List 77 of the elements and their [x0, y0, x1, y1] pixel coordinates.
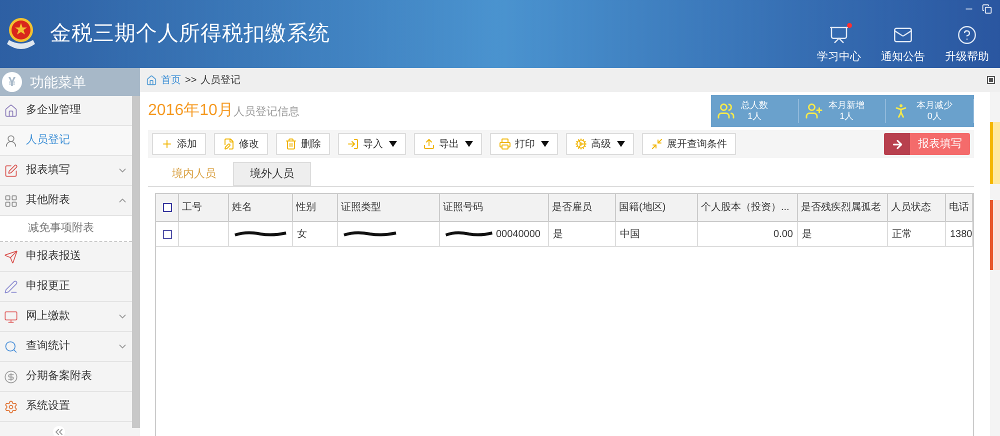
toolbar-button[interactable]: 添加	[152, 133, 206, 155]
column-header[interactable]: 是否残疾烈属孤老	[798, 194, 888, 221]
tab[interactable]: 境外人员	[233, 162, 311, 186]
pencil-icon	[223, 138, 235, 150]
table-cell-text: 00040000	[496, 228, 540, 242]
column-header[interactable]: 个人股本（投资）...	[698, 194, 798, 221]
gears-icon	[575, 138, 587, 150]
trash-icon	[285, 138, 297, 150]
column-header[interactable]: 姓名	[229, 194, 293, 221]
toolbar-button[interactable]: 导入	[338, 133, 406, 155]
plus-icon	[161, 138, 173, 150]
table-cell-text: 中国	[620, 228, 640, 242]
menu-icon	[4, 164, 18, 178]
header-action-button[interactable]: 学习中心	[812, 24, 866, 66]
collapse-icon[interactable]	[53, 426, 65, 436]
menu-icon	[4, 194, 18, 208]
toolbar-button[interactable]: 删除	[276, 133, 330, 155]
stat-value: 0人	[927, 111, 942, 122]
column-header[interactable]: 证照号码	[440, 194, 549, 221]
app-title: 金税三期个人所得税扣缴系统	[50, 21, 330, 48]
column-header[interactable]: 国籍(地区)	[616, 194, 698, 221]
sidebar-title: 功能菜单	[30, 72, 86, 92]
submenu-item[interactable]: 减免事项附表	[0, 216, 132, 242]
yen-icon: ¥	[2, 72, 22, 92]
arrows-icon	[651, 138, 663, 150]
column-header[interactable]: 人员状态	[888, 194, 946, 221]
table-cell-text: 是	[553, 228, 563, 242]
table-cell-text: 1380	[950, 228, 972, 242]
toolbar-button[interactable]: 高级	[566, 133, 634, 155]
menu-icon	[4, 104, 18, 118]
toolbar-button[interactable]: 打印	[490, 133, 558, 155]
side-panel-tab[interactable]	[990, 200, 1000, 270]
panel-toggle-icon[interactable]	[988, 77, 994, 83]
scrollbar[interactable]	[132, 96, 140, 428]
mail-icon	[893, 24, 913, 45]
upload-icon	[423, 138, 435, 150]
column-header[interactable]: 证照类型	[338, 194, 440, 221]
table-cell-text: 0.00	[774, 228, 793, 242]
row-checkbox[interactable]	[162, 230, 172, 238]
stat-value: 1人	[840, 111, 854, 122]
column-header[interactable]: 工号	[179, 194, 229, 221]
stat-value: 1人	[747, 111, 762, 122]
menu-icon	[4, 280, 18, 294]
home-icon	[146, 74, 157, 86]
import-icon	[347, 138, 359, 150]
breadcrumb-separator: >>	[185, 74, 197, 88]
column-header[interactable]: 性别	[293, 194, 338, 221]
page-title: 人员登记信息	[233, 105, 300, 120]
toolbar-button[interactable]: 修改	[214, 133, 268, 155]
table-cell-text: 女	[297, 228, 307, 242]
restore-icon[interactable]	[982, 4, 992, 14]
select-all-checkbox[interactable]	[162, 203, 172, 212]
menu-icon	[4, 370, 18, 384]
help-icon	[957, 24, 977, 45]
add-person-icon	[804, 102, 823, 120]
breadcrumb-current: 人员登记	[200, 74, 241, 88]
stat-label: 总人数	[741, 100, 768, 111]
menu-icon	[4, 340, 18, 354]
table-cell-text: 是	[802, 228, 812, 242]
menu-icon	[4, 134, 18, 148]
column-header[interactable]: 是否雇员	[549, 194, 616, 221]
stat-label: 本月新增	[828, 100, 865, 111]
toolbar-button[interactable]: 导出	[414, 133, 482, 155]
toolbar-button[interactable]: 展开查询条件	[642, 133, 736, 155]
printer-icon	[499, 138, 511, 150]
table-cell-text: 正常	[892, 228, 912, 242]
arrow-icon	[890, 138, 904, 150]
stat-label: 本月减少	[916, 100, 952, 111]
column-header[interactable]: 电话	[946, 194, 973, 221]
header-action-button[interactable]: 升级帮助	[940, 24, 994, 66]
header-action-button[interactable]: 通知公告	[876, 24, 930, 66]
period-title: 2016年10月	[148, 101, 234, 121]
chart-board-icon	[829, 24, 849, 45]
menu-icon	[4, 400, 18, 414]
menu-icon	[4, 250, 18, 264]
menu-icon	[4, 310, 18, 324]
people-icon	[717, 102, 735, 120]
